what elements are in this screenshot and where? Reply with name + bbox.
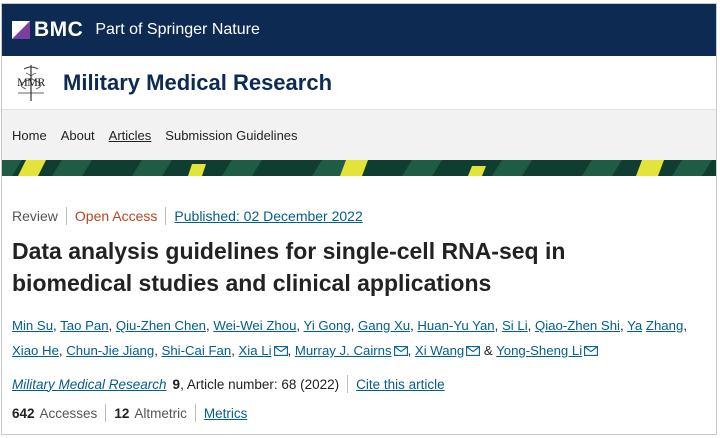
brand-bar: BMC Part of Springer Nature bbox=[2, 4, 716, 56]
metrics-row: 642 Accesses 12 Altmetric Metrics bbox=[12, 403, 706, 423]
article-title-line-2: biomedical studies and clinical applicat… bbox=[12, 270, 492, 296]
article-header: Review Open Access Published: 02 Decembe… bbox=[2, 206, 716, 423]
author-link[interactable]: Yong-Sheng Li bbox=[496, 343, 582, 358]
author-link[interactable]: Min Su bbox=[12, 318, 53, 333]
author-link[interactable]: Chun-Jie Jiang bbox=[66, 343, 154, 358]
nav-item-articles[interactable]: Articles bbox=[109, 128, 152, 143]
bmc-logo[interactable]: BMC bbox=[12, 18, 83, 42]
author-link[interactable]: Gang Xu bbox=[358, 318, 410, 333]
article-number: , Article number: 68 (2022) bbox=[180, 376, 340, 392]
journal-citation-link[interactable]: Military Medical Research bbox=[12, 377, 167, 392]
journal-header: MMR Military Medical Research bbox=[2, 56, 716, 109]
author-link[interactable]: Shi-Cai Fan bbox=[162, 343, 232, 358]
bmc-logo-text: BMC bbox=[34, 18, 84, 41]
accesses-count: 642 bbox=[12, 405, 35, 421]
author-link[interactable]: Xiao He bbox=[12, 343, 59, 358]
published-date-link[interactable]: Published: 02 December 2022 bbox=[174, 208, 362, 224]
nav-item-submission-guidelines[interactable]: Submission Guidelines bbox=[165, 128, 297, 143]
bmc-logo-mark-icon bbox=[12, 21, 30, 39]
meta-divider bbox=[105, 404, 107, 422]
author-link[interactable]: Qiu-Zhen Chen bbox=[116, 318, 206, 333]
article-title-line-1: Data analysis guidelines for single-cell… bbox=[12, 238, 566, 264]
nav-item-home[interactable]: Home bbox=[12, 128, 47, 143]
author-link[interactable]: Ya bbox=[627, 318, 642, 333]
email-icon[interactable] bbox=[584, 339, 599, 356]
springer-tagline[interactable]: Part of Springer Nature bbox=[95, 21, 260, 39]
cite-this-article-link[interactable]: Cite this article bbox=[356, 377, 445, 392]
article-type: Review bbox=[12, 208, 58, 224]
author-link[interactable]: Xi Wang bbox=[415, 343, 464, 358]
meta-divider bbox=[194, 404, 196, 422]
meta-divider bbox=[65, 207, 67, 225]
author-link[interactable]: Qiao-Zhen Shi bbox=[535, 318, 620, 333]
journal-logo[interactable]: MMR bbox=[12, 63, 50, 103]
article-title: Data analysis guidelines for single-cell… bbox=[12, 235, 706, 299]
author-link[interactable]: Si Li bbox=[502, 318, 528, 333]
volume-number: 9 bbox=[172, 376, 181, 392]
altmetric-label: Altmetric bbox=[134, 405, 187, 421]
author-link[interactable]: Yi Gong bbox=[304, 318, 351, 333]
journal-title[interactable]: Military Medical Research bbox=[63, 70, 332, 96]
author-link[interactable]: Tao Pan bbox=[60, 318, 108, 333]
nav-item-about[interactable]: About bbox=[61, 128, 95, 143]
email-icon[interactable] bbox=[393, 339, 408, 356]
author-list: Min Su, Tao Pan, Qiu-Zhen Chen, Wei-Wei … bbox=[12, 318, 687, 358]
article-meta: Review Open Access Published: 02 Decembe… bbox=[12, 206, 706, 226]
meta-divider bbox=[347, 375, 349, 393]
meta-divider bbox=[165, 207, 167, 225]
author-link[interactable]: Xia Li bbox=[239, 343, 272, 358]
journal-logo-text: MMR bbox=[17, 75, 45, 89]
altmetric-count: 12 bbox=[114, 405, 130, 421]
email-icon[interactable] bbox=[273, 339, 288, 356]
decorative-pattern-band bbox=[2, 160, 716, 176]
email-icon[interactable] bbox=[466, 339, 481, 356]
journal-nav: Home About Articles Submission Guideline… bbox=[2, 109, 716, 160]
accesses-label: Accesses bbox=[39, 405, 98, 421]
open-access-badge: Open Access bbox=[74, 208, 158, 224]
page-frame: BMC Part of Springer Nature MMR Military… bbox=[1, 3, 717, 435]
author-link[interactable]: Zhang bbox=[646, 318, 683, 333]
metrics-link[interactable]: Metrics bbox=[204, 406, 248, 421]
author-link[interactable]: Huan-Yu Yan bbox=[417, 318, 494, 333]
citation-row: Military Medical Research 9 , Article nu… bbox=[12, 374, 706, 394]
author-link[interactable]: Murray J. Cairns bbox=[295, 343, 392, 358]
author-link[interactable]: Wei-Wei Zhou bbox=[213, 318, 296, 333]
